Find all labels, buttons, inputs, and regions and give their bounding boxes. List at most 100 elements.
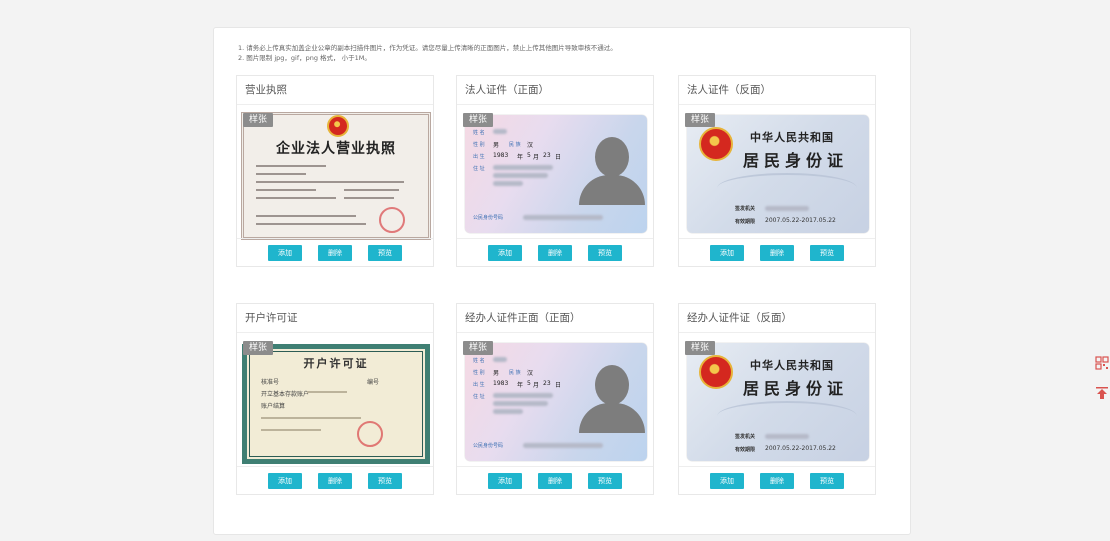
authority-label: 签发机关 (735, 434, 756, 440)
id-front-text: 5 (527, 380, 531, 387)
upload-panel: 1. 请务必上传真实加盖企业公章的副本扫描件图片，作为凭证。请您尽量上传清晰的正… (213, 27, 911, 535)
id-back-title-1: 中华人民共和国 (750, 131, 834, 144)
sample-badge: 样张 (685, 341, 716, 355)
id-front-text: 住 址 (473, 166, 485, 172)
id-front-text: 民 族 (509, 370, 521, 376)
blurred-field (493, 401, 548, 406)
add-button[interactable]: 添加 (488, 472, 522, 489)
add-button[interactable]: 添加 (488, 244, 522, 261)
license-sample-image: 企业法人营业执照 (241, 112, 431, 240)
license-text-line (256, 215, 356, 217)
blurred-field (493, 393, 553, 398)
valid-value: 2007.05.22-2017.05.22 (765, 217, 836, 224)
permit-text-line (307, 391, 347, 393)
sample-badge: 样张 (685, 113, 716, 127)
add-button[interactable]: 添加 (710, 472, 744, 489)
preview-button[interactable]: 预览 (368, 472, 402, 489)
sample-image-box: 样张 中华人民共和国 居民身份证 签发机关 有效期限 2007.05.22-2017.05… (683, 340, 873, 468)
preview-button[interactable]: 预览 (810, 472, 844, 489)
license-text-line (344, 181, 404, 183)
card-title: 营业执照 (237, 76, 433, 105)
license-stamp (379, 207, 405, 233)
permit-text: 编号 (367, 379, 380, 386)
sample-image-box: 样张中华人民共和国居民身份证签发机关有效期限 2007.05.22-2017.05… (683, 112, 873, 240)
delete-button[interactable]: 删除 (538, 244, 572, 261)
note-line-2: 2. 图片限制 jpg，gif，png 格式， 小于1M。 (238, 54, 371, 62)
preview-button[interactable]: 预览 (810, 244, 844, 261)
id-front-text: 出 生 (473, 382, 485, 388)
id-card-back-sample: 中华人民共和国居民身份证签发机关有效期限 2007.05.22-2017.05.2… (687, 115, 869, 233)
sample-image-box: 样张 企业法人营业执照 (241, 112, 431, 240)
card-title: 经办人证件正面（正面） (457, 304, 653, 333)
valid-label: 有效期限 (735, 219, 756, 225)
card-title: 法人证件（反面） (679, 76, 875, 105)
sample-badge: 样张 (243, 113, 274, 127)
qr-code-icon[interactable] (1095, 356, 1109, 370)
sample-badge: 样张 (243, 341, 274, 355)
id-front-text: 月 (533, 154, 540, 161)
back-to-top-icon[interactable] (1095, 386, 1109, 400)
blurred-field (765, 434, 809, 439)
upload-notes: 1. 请务必上传真实加盖企业公章的副本扫描件图片，作为凭证。请您尽量上传清晰的正… (238, 43, 617, 63)
id-front-text: 23 (543, 380, 551, 387)
permit-sample-image: 开户许可证 核准号 编号 开立基本存款账户 账户结算 (242, 344, 430, 464)
permit-title: 开户许可证 (303, 357, 369, 370)
sample-image-box: 样张姓 名性 别 男 民 族汉出 生 1983 年 5 月 23 日住 址公民身份号码 (461, 112, 651, 240)
preview-button[interactable]: 预览 (588, 472, 622, 489)
license-text-line (344, 189, 399, 191)
id-front-text: 性 别 (473, 142, 485, 148)
card-actions: 添加 删除 预览 (679, 466, 875, 494)
valid-label: 有效期限 (735, 447, 756, 453)
delete-button[interactable]: 删除 (318, 244, 352, 261)
delete-button[interactable]: 删除 (760, 472, 794, 489)
license-text-line (256, 197, 336, 199)
card-actions: 添加 删除 预览 (237, 466, 433, 494)
authority-label: 签发机关 (735, 206, 756, 212)
portrait-body (579, 175, 645, 205)
preview-button[interactable]: 预览 (368, 244, 402, 261)
id-front-text: 住 址 (473, 394, 485, 400)
valid-value: 2007.05.22-2017.05.22 (765, 445, 836, 452)
license-text-line (256, 223, 366, 225)
id-front-text: 年 (517, 154, 524, 161)
national-emblem-icon (699, 127, 733, 161)
id-front-text: 性 别 (473, 370, 485, 376)
id-front-text: 年 (517, 382, 524, 389)
license-text-line (256, 181, 346, 183)
id-back-title-1: 中华人民共和国 (750, 359, 834, 372)
delete-button[interactable]: 删除 (538, 472, 572, 489)
id-back-title-2: 居民身份证 (743, 151, 849, 170)
sample-image-box: 样张姓 名性 别 男 民 族汉出 生 1983 年 5 月 23 日住 址公民身份号码 (461, 340, 651, 468)
add-button[interactable]: 添加 (710, 244, 744, 261)
blurred-field (493, 409, 523, 414)
national-emblem-icon (699, 355, 733, 389)
blurred-field (523, 443, 603, 448)
upload-card-id-back: 经办人证件证（反面） 样张 中华人民共和国 居民身份证 签发机关 有效期限 2007.05.… (678, 303, 876, 495)
blurred-field (493, 173, 548, 178)
permit-text: 账户结算 (261, 403, 286, 410)
id-card-back-sample: 中华人民共和国 居民身份证 签发机关 有效期限 2007.05.22-2017.05.2… (687, 343, 869, 461)
permit-text-line (261, 417, 361, 419)
add-button[interactable]: 添加 (268, 244, 302, 261)
id-front-text: 23 (543, 152, 551, 159)
delete-button[interactable]: 删除 (318, 472, 352, 489)
id-card-front-sample: 姓 名性 别 男 民 族汉出 生 1983 年 5 月 23 日住 址公民身份号码 (465, 115, 647, 233)
blurred-field (493, 129, 507, 134)
id-front-text: 月 (533, 382, 540, 389)
preview-button[interactable]: 预览 (588, 244, 622, 261)
delete-button[interactable]: 删除 (760, 244, 794, 261)
id-front-text: 公民身份号码 (473, 215, 504, 221)
id-front-text: 日 (555, 382, 562, 389)
great-wall-pattern (717, 173, 857, 203)
add-button[interactable]: 添加 (268, 472, 302, 489)
id-front-text: 公民身份号码 (473, 443, 504, 449)
id-front-text: 1983 (493, 380, 509, 387)
upload-card-id-front: 法人证件（正面） 样张姓 名性 别 男 民 族汉出 生 1983 年 5 月 23 日住 址公民身… (456, 75, 654, 267)
license-text-line (256, 189, 316, 191)
upload-card-id-front: 经办人证件正面（正面） 样张姓 名性 别 男 民 族汉出 生 1983 年 5 月 23 日住 址… (456, 303, 654, 495)
blurred-field (523, 215, 603, 220)
id-front-text: 汉 (527, 370, 534, 377)
portrait-head (595, 137, 629, 177)
id-front-text: 日 (555, 154, 562, 161)
id-card-front-sample: 姓 名性 别 男 民 族汉出 生 1983 年 5 月 23 日住 址公民身份号码 (465, 343, 647, 461)
